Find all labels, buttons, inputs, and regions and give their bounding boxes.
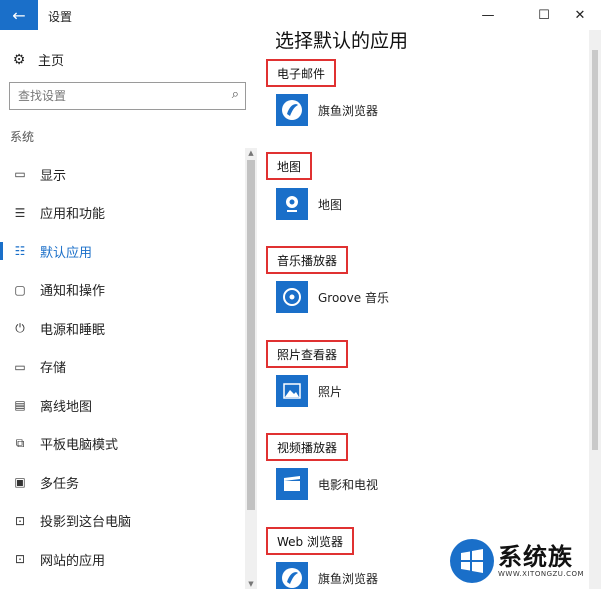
sidebar-item-notifications[interactable]: ▢ 通知和操作 [0, 271, 245, 310]
default-app-photos[interactable]: 照片 [276, 375, 342, 407]
windows-logo-icon [450, 538, 494, 583]
display-icon: ▭ [14, 167, 26, 182]
category-email: 电子邮件 [266, 59, 337, 87]
sidebar-item-tablet-mode[interactable]: ⧉ 平板电脑模式 [0, 425, 245, 464]
sidebar-item-power[interactable]: ⏻ 电源和睡眠 [0, 309, 245, 348]
category-music-player: 音乐播放器 [266, 246, 349, 274]
window-title: 设置 [48, 10, 73, 24]
maximize-icon: ☐ [538, 7, 550, 23]
web-apps-icon: ⊡ [14, 552, 26, 567]
app-name: 照片 [318, 384, 343, 399]
default-app-video[interactable]: 电影和电视 [276, 468, 378, 500]
sidebar: ⚙ 主页 ⌕ 系统 ▭ 显示 ☰ 应用和功能 ☷ 默认应用 ▢ 通知和操作 ⏻ … [0, 30, 258, 589]
back-button[interactable]: ← [0, 0, 38, 30]
minimize-icon: — [481, 7, 495, 23]
close-button[interactable]: ✕ [558, 0, 601, 30]
photos-icon [276, 375, 308, 407]
watermark-url: WWW.XITONGZU.COM [498, 569, 585, 578]
sidebar-item-offline-maps[interactable]: ▤ 离线地图 [0, 386, 245, 425]
sidebar-item-storage[interactable]: ▭ 存储 [0, 348, 245, 387]
sidebar-scrollbar[interactable]: ▲ ▼ [245, 148, 257, 589]
sidebar-item-label: 默认应用 [40, 245, 93, 261]
tablet-icon: ⧉ [15, 436, 25, 451]
home-label: 主页 [38, 54, 65, 69]
app-name: Groove 音乐 [318, 290, 389, 305]
default-app-music[interactable]: Groove 音乐 [276, 281, 389, 313]
sidebar-item-label: 存储 [40, 361, 67, 377]
category-maps: 地图 [266, 152, 313, 180]
default-apps-icon: ☷ [14, 244, 26, 259]
search-icon[interactable]: ⌕ [232, 87, 239, 102]
project-icon: ⊡ [14, 513, 26, 528]
watermark-text: 系统族 [498, 542, 573, 571]
title-bar: ← 设置 — ☐ ✕ [0, 0, 601, 30]
groove-icon [276, 281, 308, 313]
app-name: 旗鱼浏览器 [318, 571, 379, 586]
sidebar-item-label: 通知和操作 [40, 284, 106, 300]
browser-icon [276, 94, 308, 126]
scroll-down-icon[interactable]: ▼ [246, 580, 256, 588]
power-icon: ⏻ [15, 320, 25, 335]
sidebar-item-web-apps[interactable]: ⊡ 网站的应用 [0, 540, 245, 579]
search-box[interactable]: ⌕ [9, 82, 246, 110]
sidebar-item-default-apps[interactable]: ☷ 默认应用 [0, 232, 245, 271]
main-scroll-thumb[interactable] [592, 50, 598, 450]
gear-icon: ⚙ [12, 51, 26, 68]
close-icon: ✕ [574, 7, 586, 23]
back-arrow-icon: ← [12, 5, 26, 25]
default-app-maps[interactable]: 地图 [276, 188, 342, 220]
page-title: 选择默认的应用 [275, 30, 409, 52]
movies-icon [276, 468, 308, 500]
sidebar-item-label: 投影到这台电脑 [40, 515, 132, 531]
browser-icon [276, 562, 308, 589]
main-scrollbar[interactable] [589, 30, 601, 589]
sidebar-item-label: 显示 [40, 168, 67, 184]
maps-app-icon [276, 188, 308, 220]
default-app-email[interactable]: 旗鱼浏览器 [276, 94, 378, 126]
search-input[interactable] [10, 83, 210, 109]
app-name: 旗鱼浏览器 [318, 103, 379, 118]
minimize-button[interactable]: — [466, 0, 510, 30]
sidebar-nav: ▭ 显示 ☰ 应用和功能 ☷ 默认应用 ▢ 通知和操作 ⏻ 电源和睡眠 ▭ 存储… [0, 155, 245, 579]
storage-icon: ▭ [14, 359, 26, 374]
sidebar-item-label: 离线地图 [40, 399, 93, 415]
sidebar-item-label: 网站的应用 [40, 553, 106, 569]
notification-icon: ▢ [14, 282, 26, 297]
scroll-up-icon[interactable]: ▲ [246, 149, 256, 157]
sidebar-item-label: 平板电脑模式 [40, 438, 119, 454]
home-link[interactable]: ⚙ 主页 [10, 50, 65, 70]
sidebar-item-label: 应用和功能 [40, 207, 106, 223]
list-icon: ☰ [14, 205, 26, 220]
category-video-player: 视频播放器 [266, 433, 349, 461]
category-web-browser: Web 浏览器 [266, 527, 354, 555]
app-name: 电影和电视 [318, 477, 379, 492]
sidebar-item-display[interactable]: ▭ 显示 [0, 155, 245, 194]
sidebar-item-apps-features[interactable]: ☰ 应用和功能 [0, 194, 245, 233]
sidebar-item-project[interactable]: ⊡ 投影到这台电脑 [0, 502, 245, 541]
category-photo-viewer: 照片查看器 [266, 340, 349, 368]
sidebar-item-multitasking[interactable]: ▣ 多任务 [0, 463, 245, 502]
section-label: 系统 [10, 130, 35, 144]
sidebar-item-label: 电源和睡眠 [40, 322, 106, 338]
app-name: 地图 [318, 197, 343, 212]
multitask-icon: ▣ [14, 475, 26, 490]
default-app-browser[interactable]: 旗鱼浏览器 [276, 562, 378, 589]
main-content: 选择默认的应用 电子邮件 旗鱼浏览器 地图 地图 音乐播放器 Groove 音乐… [258, 30, 601, 589]
map-icon: ▤ [14, 398, 26, 413]
sidebar-scroll-thumb[interactable] [247, 160, 255, 510]
watermark: 系统族 WWW.XITONGZU.COM [450, 532, 601, 589]
sidebar-item-label: 多任务 [40, 476, 80, 492]
